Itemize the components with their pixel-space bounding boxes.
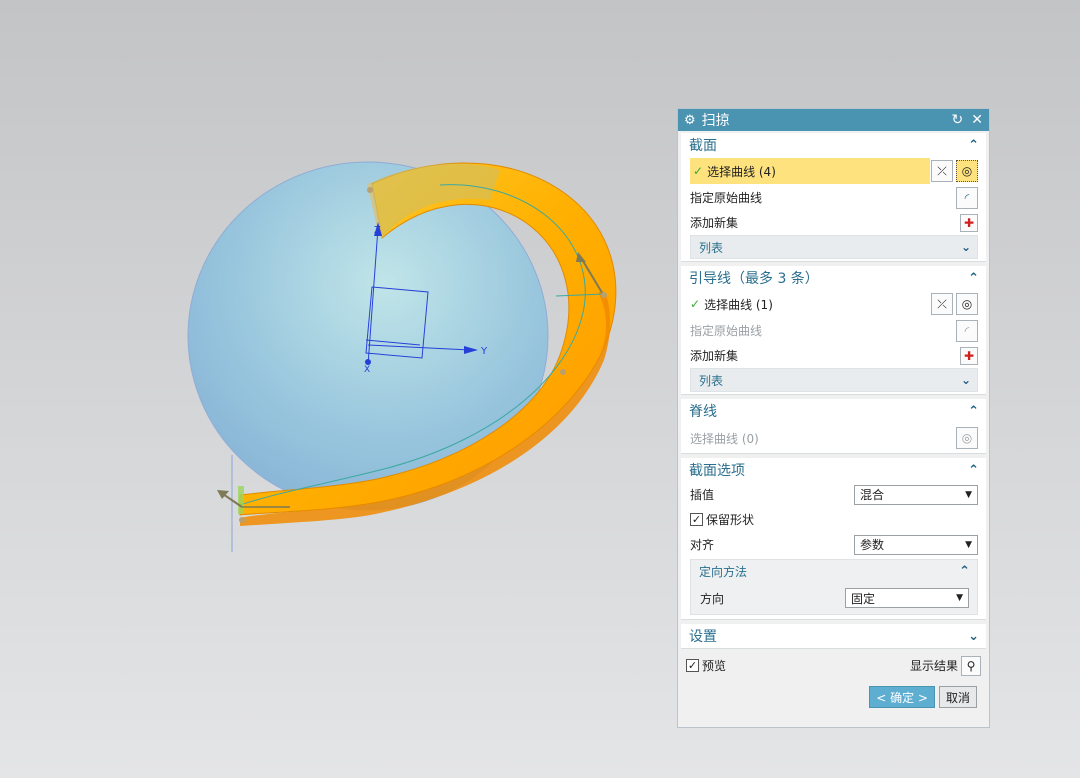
- section-select-row[interactable]: ✓ 选择曲线 (4) ⤫ ◎: [681, 157, 986, 185]
- guide-header[interactable]: 引导线（最多 3 条） ⌃: [681, 266, 986, 290]
- chevron-up-icon[interactable]: ⌃: [959, 564, 970, 579]
- z-axis-label: Z: [374, 225, 381, 236]
- interp-select[interactable]: 混合 ▼: [854, 484, 978, 505]
- settings-header[interactable]: 设置 ⌄: [681, 624, 986, 648]
- preserve-shape-checkbox[interactable]: ✓: [690, 513, 703, 526]
- settings-group: 设置 ⌄: [681, 624, 986, 649]
- guide-specify-origin: 指定原始曲线 ◜: [681, 318, 986, 343]
- dialog-title: 扫掠: [701, 113, 730, 129]
- y-axis-label: Y: [480, 346, 488, 357]
- section-specify-origin-label: 指定原始曲线: [690, 191, 763, 205]
- orientation-header[interactable]: 定向方法 ⌃: [691, 560, 977, 582]
- caret-down-icon: ▼: [956, 593, 963, 603]
- section-select-curve[interactable]: ✓ 选择曲线 (4): [690, 158, 930, 184]
- handle-top[interactable]: [367, 187, 373, 193]
- sweep-dialog: ⚙ 扫掠 ↻ ✕ 截面 ⌃ ✓ 选择曲线 (4) ⤫ ◎ 指定原始曲线 ◜ 添加…: [677, 108, 990, 728]
- settings-header-label: 设置: [689, 629, 717, 645]
- section-face-left[interactable]: [238, 486, 244, 514]
- close-icon[interactable]: ✕: [971, 112, 983, 128]
- align-label: 对齐: [690, 538, 715, 552]
- x-axis-label: X: [364, 365, 370, 375]
- spine-group: 脊线 ⌃ 选择曲线 (0) ◎: [681, 399, 986, 454]
- curve-rule-icon[interactable]: ⤫: [931, 160, 953, 182]
- add-set-icon[interactable]: ✚: [960, 346, 978, 365]
- guide-group: 引导线（最多 3 条） ⌃ ✓ 选择曲线 (1) ⤫ ◎ 指定原始曲线 ◜ 添加…: [681, 266, 986, 395]
- section-add-new-set-label: 添加新集: [690, 216, 739, 230]
- spine-select-curve[interactable]: 选择曲线 (0) ◎: [681, 423, 986, 453]
- gear-icon[interactable]: ⚙: [684, 113, 696, 128]
- orientation-header-label: 定向方法: [699, 564, 748, 579]
- guide-select-curve-label: 选择曲线 (1): [704, 297, 773, 312]
- section-header-label: 截面: [689, 138, 717, 154]
- origin-curve-icon: ◜: [956, 319, 978, 342]
- button-row: < 确定 > 取消: [684, 686, 983, 708]
- guide-header-label: 引导线（最多 3 条）: [689, 271, 819, 287]
- dialog-titlebar: ⚙ 扫掠 ↻ ✕: [678, 109, 989, 131]
- caret-down-icon: ▼: [965, 489, 972, 500]
- orientation-subgroup: 定向方法 ⌃ 方向 固定 ▼: [690, 559, 978, 615]
- section-group: 截面 ⌃ ✓ 选择曲线 (4) ⤫ ◎ 指定原始曲线 ◜ 添加新集 ✚ 列表 ⌄: [681, 133, 986, 262]
- guide-list-toggle[interactable]: 列表 ⌄: [690, 368, 978, 392]
- align-select[interactable]: 参数 ▼: [854, 534, 978, 555]
- preview-label: 预览: [702, 659, 727, 673]
- chevron-up-icon[interactable]: ⌃: [968, 271, 979, 286]
- origin-curve-icon[interactable]: ◜: [956, 186, 978, 209]
- select-curve-icon[interactable]: ◎: [956, 160, 978, 182]
- check-icon: ✓: [693, 164, 704, 178]
- preview-checkbox[interactable]: ✓: [686, 659, 699, 672]
- guide-add-new-set: 添加新集 ✚: [681, 343, 986, 368]
- direction-select[interactable]: 固定 ▼: [845, 588, 969, 608]
- direction-value: 固定: [851, 591, 876, 606]
- handle-mid[interactable]: [560, 369, 566, 375]
- section-add-new-set: 添加新集 ✚: [681, 210, 986, 235]
- chevron-up-icon[interactable]: ⌃: [968, 404, 979, 419]
- graphics-viewport[interactable]: Y Z X: [0, 0, 670, 778]
- spine-header-label: 脊线: [689, 404, 717, 420]
- section-header[interactable]: 截面 ⌃: [681, 133, 986, 157]
- ok-button[interactable]: < 确定 >: [869, 686, 935, 708]
- chevron-down-icon[interactable]: ⌄: [961, 373, 971, 387]
- section-specify-origin: 指定原始曲线 ◜: [681, 185, 986, 210]
- chevron-down-icon[interactable]: ⌄: [968, 629, 979, 644]
- guide-specify-origin-label: 指定原始曲线: [690, 324, 763, 338]
- interp-row: 插值 混合 ▼: [681, 482, 986, 507]
- model-view: Y Z X: [187, 161, 617, 552]
- direction-label: 方向: [700, 591, 725, 606]
- cancel-button[interactable]: 取消: [938, 686, 977, 708]
- section-options-group: 截面选项 ⌃ 插值 混合 ▼ ✓ 保留形状 对齐 参数 ▼ 定向方法 ⌃ 方向 …: [681, 458, 986, 620]
- add-set-icon[interactable]: ✚: [960, 213, 978, 232]
- chevron-up-icon[interactable]: ⌃: [968, 138, 979, 153]
- section-options-header[interactable]: 截面选项 ⌃: [681, 458, 986, 482]
- chevron-down-icon[interactable]: ⌄: [961, 240, 971, 254]
- caret-down-icon: ▼: [965, 539, 972, 550]
- select-curve-icon[interactable]: ◎: [956, 293, 978, 315]
- section-list-toggle[interactable]: 列表 ⌄: [690, 235, 978, 259]
- section-select-curve-label: 选择曲线 (4): [707, 164, 776, 179]
- magnifier-icon[interactable]: ⚲: [961, 655, 981, 676]
- handle-right[interactable]: [601, 292, 607, 298]
- section-options-header-label: 截面选项: [689, 463, 745, 479]
- preserve-shape-row[interactable]: ✓ 保留形状: [681, 507, 986, 532]
- select-curve-icon: ◎: [956, 427, 978, 449]
- dialog-footer: ✓ 预览 显示结果 ⚲ < 确定 > 取消: [678, 649, 989, 712]
- chevron-up-icon[interactable]: ⌃: [968, 463, 979, 478]
- curve-rule-icon[interactable]: ⤫: [931, 293, 953, 315]
- check-icon: ✓: [690, 297, 701, 311]
- spine-header[interactable]: 脊线 ⌃: [681, 399, 986, 423]
- interp-label: 插值: [690, 488, 715, 502]
- guide-list-label: 列表: [699, 373, 724, 388]
- handle-left[interactable]: [239, 517, 245, 523]
- interp-value: 混合: [860, 488, 885, 502]
- spine-select-curve-label: 选择曲线 (0): [690, 431, 759, 446]
- section-list-label: 列表: [699, 240, 724, 255]
- direction-row: 方向 固定 ▼: [691, 582, 977, 614]
- align-row: 对齐 参数 ▼: [681, 532, 986, 557]
- preview-row: ✓ 预览 显示结果 ⚲: [684, 653, 983, 678]
- reset-icon[interactable]: ↻: [952, 112, 964, 128]
- guide-add-new-set-label: 添加新集: [690, 349, 739, 363]
- guide-select-row[interactable]: ✓ 选择曲线 (1) ⤫ ◎: [681, 290, 986, 318]
- show-result-label: 显示结果: [909, 659, 958, 673]
- align-value: 参数: [860, 538, 885, 552]
- preserve-shape-label: 保留形状: [706, 513, 755, 527]
